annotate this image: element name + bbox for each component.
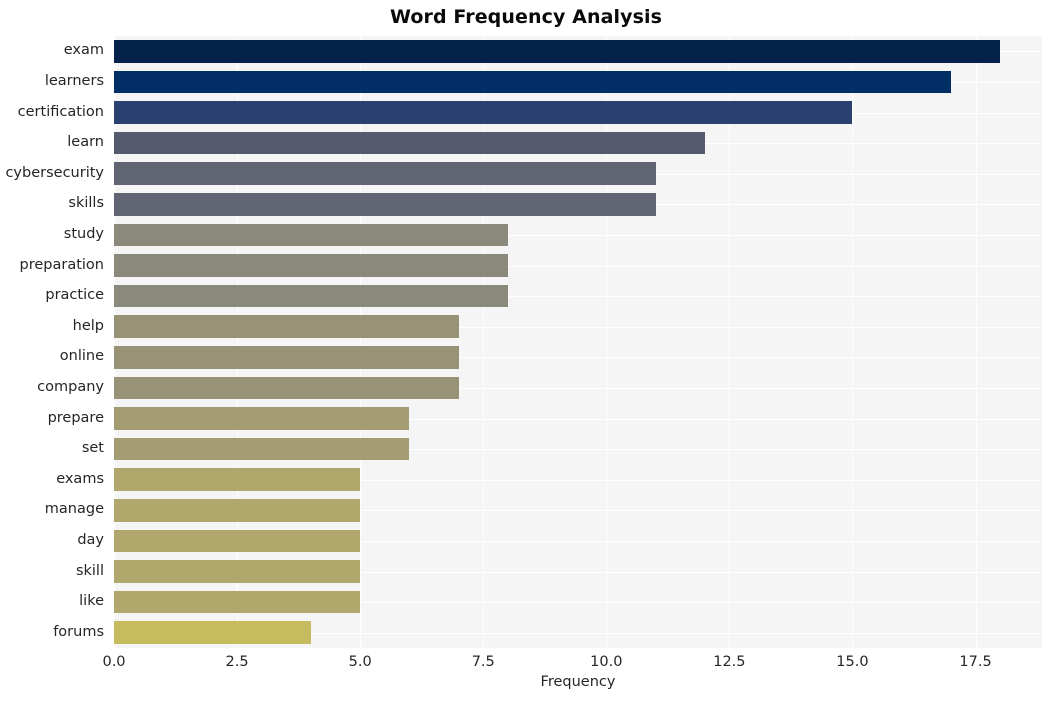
y-axis-tick-label: skills (68, 195, 104, 212)
bar-row (114, 468, 1042, 492)
bar[interactable] (114, 39, 1001, 63)
y-axis-tick-label: certification (17, 103, 104, 120)
bar-row (114, 162, 1042, 186)
y-axis-tick-label: day (77, 531, 104, 548)
x-axis-label: Frequency (540, 674, 616, 690)
x-axis-tick-label: 5.0 (348, 654, 372, 670)
y-axis-tick-label: exams (56, 470, 104, 487)
x-axis-tick-label: 12.5 (713, 654, 746, 670)
gridline-vertical (606, 36, 608, 648)
bar-row (114, 560, 1042, 583)
gridline-vertical (975, 36, 977, 648)
bar[interactable] (114, 437, 410, 461)
gridline-vertical (483, 36, 485, 648)
y-axis-tick-label: study (63, 225, 104, 242)
bar-row (114, 407, 1042, 430)
bar[interactable] (114, 407, 410, 430)
y-axis-tick-label: preparation (19, 256, 104, 273)
y-axis-tick-label: learners (44, 72, 104, 89)
bar[interactable] (114, 162, 656, 186)
bar-row (114, 70, 1042, 94)
bar[interactable] (114, 70, 951, 94)
gridline-vertical (729, 36, 731, 648)
bar-row (114, 315, 1042, 339)
x-axis-tick-label: 7.5 (471, 654, 495, 670)
y-axis-tick-label: cybersecurity (5, 164, 104, 181)
bar-row (114, 131, 1042, 155)
bar-row (114, 590, 1042, 614)
y-axis-tick-label: manage (44, 501, 104, 518)
bar[interactable] (114, 131, 705, 155)
x-axis-tick-label: 15.0 (836, 654, 869, 670)
y-axis-tick-label: help (72, 317, 104, 334)
gridline-vertical (237, 36, 239, 648)
bar[interactable] (114, 590, 361, 614)
bar[interactable] (114, 284, 508, 308)
bar[interactable] (114, 468, 361, 492)
y-axis-tick-label: skill (75, 562, 104, 579)
chart-figure: Word Frequency Analysis exam learners cert… (0, 0, 1052, 701)
bar[interactable] (114, 498, 361, 522)
bar[interactable] (114, 223, 508, 247)
y-axis-tick-label: prepare (47, 409, 104, 426)
bar[interactable] (114, 560, 361, 583)
bar[interactable] (114, 621, 311, 645)
y-axis-tick-label: set (81, 440, 104, 457)
bar-row (114, 498, 1042, 522)
x-axis-tick-label: 10.0 (590, 654, 623, 670)
x-axis-tick-label: 0.0 (102, 654, 126, 670)
y-axis-tick-label: practice (45, 287, 104, 304)
bar[interactable] (114, 192, 656, 216)
y-axis-tick-label: company (37, 378, 104, 395)
bar-row (114, 284, 1042, 308)
gridline-vertical (114, 36, 115, 648)
bar-row (114, 254, 1042, 277)
bar[interactable] (114, 376, 459, 400)
plot-area (114, 36, 1042, 648)
bar[interactable] (114, 254, 508, 277)
bar[interactable] (114, 529, 361, 553)
y-axis-tick-label: online (59, 348, 104, 365)
bar-row (114, 192, 1042, 216)
bar-row (114, 345, 1042, 369)
y-axis-tick-label: forums (53, 623, 104, 640)
y-axis-tick-label: exam (63, 42, 104, 59)
bar[interactable] (114, 345, 459, 369)
y-axis-tick-label: learn (67, 134, 104, 151)
bar-row (114, 621, 1042, 645)
bar-row (114, 437, 1042, 461)
bar[interactable] (114, 315, 459, 339)
chart-title: Word Frequency Analysis (389, 6, 663, 28)
bar-row (114, 39, 1042, 63)
bar-row (114, 223, 1042, 247)
gridline-vertical (360, 36, 362, 648)
bar-row (114, 376, 1042, 400)
x-axis-tick-label: 2.5 (225, 654, 249, 670)
bar-row (114, 529, 1042, 553)
bar-row (114, 101, 1042, 124)
y-axis-tick-label: like (79, 593, 104, 610)
bar[interactable] (114, 101, 853, 124)
gridline-vertical (852, 36, 854, 648)
x-axis-tick-label: 17.5 (959, 654, 992, 670)
